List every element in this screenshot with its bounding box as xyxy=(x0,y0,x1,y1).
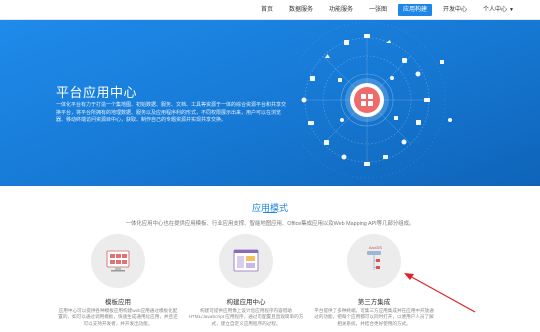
card-icon-circle xyxy=(91,234,145,288)
nav-item-dev-center[interactable]: 开发中心 xyxy=(435,0,475,20)
nav-item-app-builder[interactable]: 应用构建 xyxy=(398,4,433,16)
nav-item-data-service[interactable]: 数据服务 xyxy=(281,0,321,20)
section-description: 一体化应用中心也在提供应用模板、行业应用支撑、智能地图应用、Office集成应用… xyxy=(125,221,415,227)
card-description: 构建可提供应用像上设计您应用程序内容借助 HTML/JavaScript 应用程… xyxy=(188,308,304,326)
hero-description: 一体化平台有力于打造一个集地图、初始数据、服务、文档、工具等资源于一体的综合资源… xyxy=(56,102,287,123)
card-builder-app[interactable]: 构建应用中心 构建可提供应用像上设计您应用程序内容借助 HTML/JavaScr… xyxy=(186,234,306,332)
card-title: 模板应用 xyxy=(105,299,131,306)
nav-item-function-service[interactable]: 功能服务 xyxy=(321,0,361,20)
nav-item-user-center[interactable]: 个人中心 ▼ xyxy=(475,0,522,20)
network-illustration xyxy=(300,21,452,179)
card-icon-circle: ArcGIS xyxy=(347,234,401,288)
chevron-down-icon: ▼ xyxy=(509,7,514,13)
annotation-arrow-icon xyxy=(404,273,476,313)
builder-app-icon xyxy=(233,249,259,272)
card-icon-circle xyxy=(219,234,273,288)
template-app-icon xyxy=(106,250,130,272)
svg-text:ArcGIS: ArcGIS xyxy=(369,245,382,250)
nav-item-user-center-label: 个人中心 xyxy=(483,7,508,13)
hero-banner: 平台应用中心 一体化平台有力于打造一个集地图、初始数据、服务、文档、工具等资源于… xyxy=(0,20,540,186)
third-party-icon: ArcGIS xyxy=(367,245,382,270)
nav-menu: 首页 数据服务 功能服务 一张图 应用构建 开发中心 个人中心 ▼ xyxy=(253,0,522,20)
top-navbar: 首页 数据服务 功能服务 一张图 应用构建 开发中心 个人中心 ▼ xyxy=(0,0,540,20)
section-title-underline xyxy=(263,212,277,213)
card-template-app[interactable]: 模板应用 应用中心可以提供各种模板应用构建web应用通过模板化配置的，如可以通过… xyxy=(58,234,178,332)
nav-item-one-map[interactable]: 一张图 xyxy=(361,0,395,20)
hero-title: 平台应用中心 xyxy=(56,85,138,100)
nav-item-home[interactable]: 首页 xyxy=(253,0,281,20)
card-description: 应用中心可以提供各种模板应用构建web应用通过模板化配置的，如可以通过调用模板，… xyxy=(58,308,178,326)
card-title: 构建应用中心 xyxy=(226,299,266,306)
